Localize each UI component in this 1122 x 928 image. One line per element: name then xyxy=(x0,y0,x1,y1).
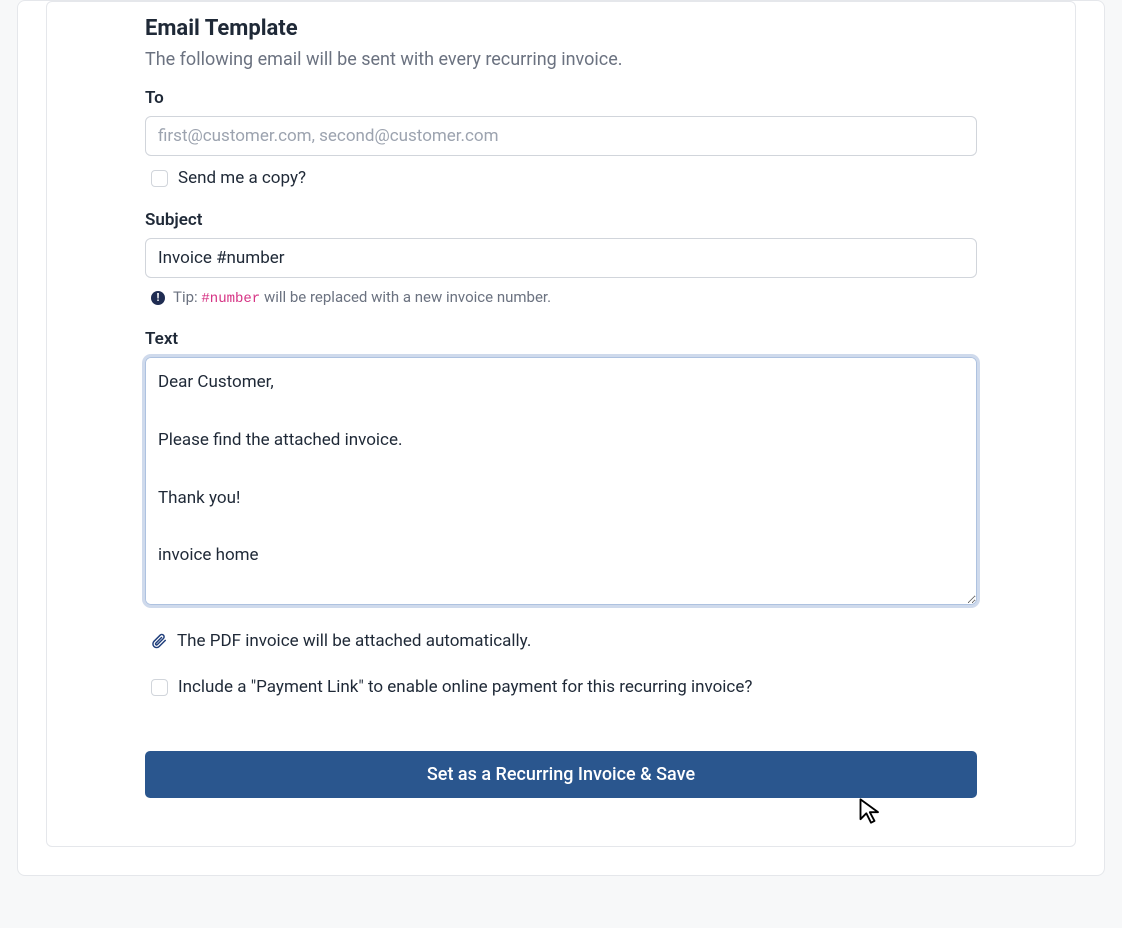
to-label: To xyxy=(145,88,977,108)
send-copy-label[interactable]: Send me a copy? xyxy=(178,168,306,188)
attachment-note: The PDF invoice will be attached automat… xyxy=(145,631,977,651)
payment-link-row: Include a "Payment Link" to enable onlin… xyxy=(145,677,977,697)
email-template-panel: Email Template The following email will … xyxy=(46,1,1076,847)
subject-tip: ! Tip: #number will be replaced with a n… xyxy=(145,288,977,307)
text-field-block: Text xyxy=(145,329,977,609)
send-copy-checkbox[interactable] xyxy=(151,170,168,187)
tip-text: Tip: #number will be replaced with a new… xyxy=(173,288,551,307)
paperclip-icon xyxy=(151,633,167,649)
outer-panel: Email Template The following email will … xyxy=(17,0,1105,876)
subject-field-block: Subject ! Tip: #number will be replaced … xyxy=(145,210,977,307)
text-label: Text xyxy=(145,329,977,349)
text-textarea[interactable] xyxy=(145,357,977,605)
subject-input[interactable] xyxy=(145,238,977,278)
payment-link-checkbox[interactable] xyxy=(151,679,168,696)
section-subtitle: The following email will be sent with ev… xyxy=(145,49,977,70)
tip-code: #number xyxy=(201,291,260,307)
to-field-block: To Send me a copy? xyxy=(145,88,977,188)
send-copy-row: Send me a copy? xyxy=(145,168,977,188)
save-button[interactable]: Set as a Recurring Invoice & Save xyxy=(145,751,977,798)
section-title: Email Template xyxy=(145,16,977,41)
to-input[interactable] xyxy=(145,116,977,156)
subject-label: Subject xyxy=(145,210,977,230)
info-icon: ! xyxy=(151,291,165,305)
attachment-text: The PDF invoice will be attached automat… xyxy=(177,631,531,651)
payment-link-label[interactable]: Include a "Payment Link" to enable onlin… xyxy=(178,677,752,697)
